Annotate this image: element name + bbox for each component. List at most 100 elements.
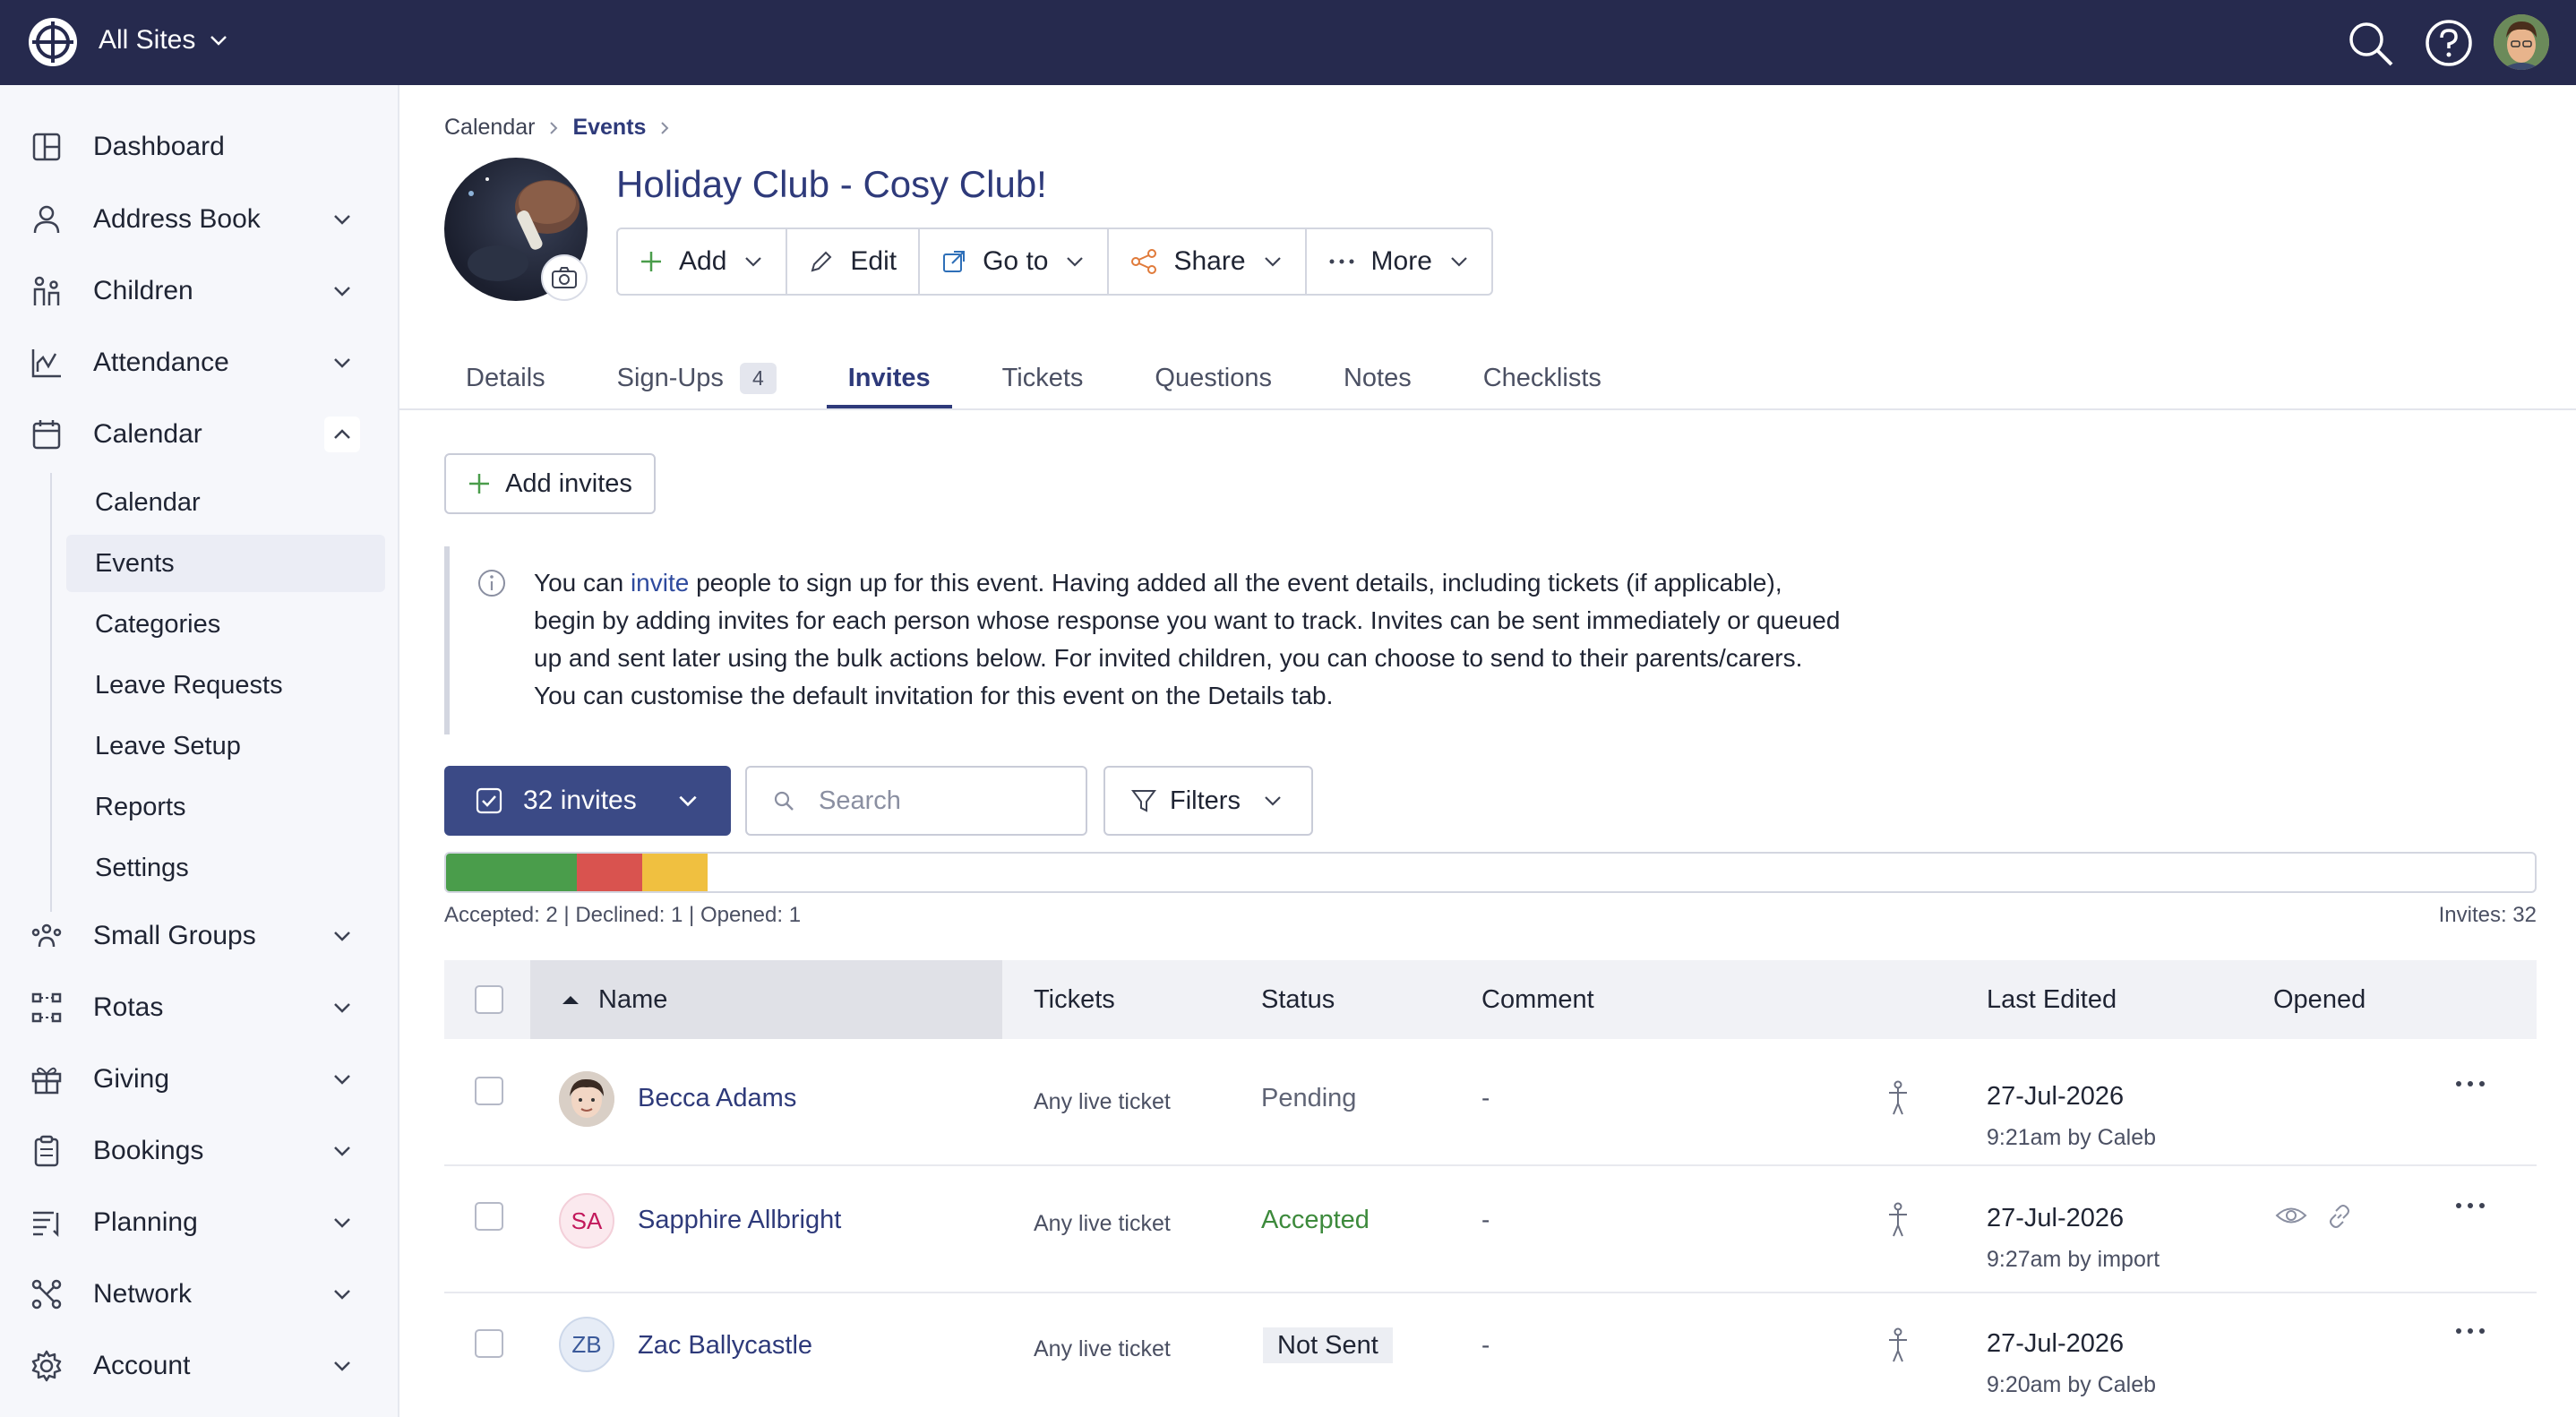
select-all-checkbox[interactable]: [475, 985, 503, 1014]
chevron-down-icon[interactable]: [324, 918, 360, 954]
column-header-status[interactable]: Status: [1261, 960, 1335, 1039]
bulk-select-button[interactable]: 32 invites: [444, 766, 731, 836]
sidebar-item-dashboard[interactable]: Dashboard: [0, 116, 399, 178]
sidebar-item-bookings[interactable]: Bookings: [0, 1120, 399, 1182]
sidebar-item-rotas[interactable]: Rotas: [0, 976, 399, 1039]
camera-icon[interactable]: [541, 254, 588, 301]
site-selector-label: All Sites: [99, 25, 196, 55]
row-actions-ellipsis-icon[interactable]: [2454, 1200, 2486, 1211]
sidebar-item-label: Dashboard: [93, 132, 225, 161]
more-button[interactable]: More: [1307, 229, 1491, 294]
add-invites-button[interactable]: Add invites: [444, 453, 656, 514]
table-row[interactable]: SA Sapphire Allbright Any live ticket Ac…: [444, 1166, 2537, 1293]
sidebar-subitem-categories[interactable]: Categories: [66, 596, 385, 653]
person-standing-icon[interactable]: [1886, 1080, 1910, 1116]
sidebar-item-account[interactable]: Account: [0, 1335, 399, 1397]
tab-sign-ups[interactable]: Sign-Ups 4: [596, 348, 798, 408]
goto-button[interactable]: Go to: [920, 229, 1110, 294]
sidebar-item-label: Rotas: [93, 992, 164, 1022]
invite-link[interactable]: invite: [631, 569, 689, 597]
sidebar-item-small-groups[interactable]: Small Groups: [0, 905, 399, 967]
tab-label: Checklists: [1482, 363, 1601, 392]
chevron-down-icon[interactable]: [324, 202, 360, 237]
rotas-icon: [31, 992, 62, 1023]
sidebar-item-label: Small Groups: [93, 921, 256, 950]
table-row[interactable]: ZB Zac Ballycastle Any live ticket Not S…: [444, 1293, 2537, 1417]
chevron-down-icon[interactable]: [324, 1348, 360, 1384]
last-edited-date: 27-Jul-2026: [1987, 1329, 2125, 1358]
sidebar-subitem-settings[interactable]: Settings: [66, 839, 385, 897]
tab-questions[interactable]: Questions: [1133, 348, 1293, 408]
column-header-name[interactable]: Name: [598, 960, 667, 1039]
share-button[interactable]: Share: [1109, 229, 1307, 294]
tab-notes[interactable]: Notes: [1322, 348, 1433, 408]
edit-button[interactable]: Edit: [787, 229, 921, 294]
sidebar-subitem-leave-setup[interactable]: Leave Setup: [66, 717, 385, 775]
sidebar-item-attendance[interactable]: Attendance: [0, 331, 399, 394]
progress-opened-segment: [641, 854, 708, 891]
app-logo-icon[interactable]: [27, 16, 79, 68]
sidebar-item-calendar[interactable]: Calendar: [0, 403, 399, 466]
chevron-down-icon[interactable]: [324, 1061, 360, 1097]
chevron-down-icon[interactable]: [324, 990, 360, 1026]
chevron-down-icon[interactable]: [324, 1133, 360, 1169]
table-row[interactable]: Becca Adams Any live ticket Pending - 27…: [444, 1039, 2537, 1166]
tab-details[interactable]: Details: [444, 348, 567, 408]
column-header-comment[interactable]: Comment: [1481, 960, 1594, 1039]
row-actions-ellipsis-icon[interactable]: [2454, 1078, 2486, 1089]
sidebar-subitem-leave-requests[interactable]: Leave Requests: [66, 657, 385, 714]
sidebar-item-network[interactable]: Network: [0, 1263, 399, 1326]
sidebar-subitem-reports[interactable]: Reports: [66, 778, 385, 836]
more-button-label: More: [1370, 246, 1432, 276]
tab-invites[interactable]: Invites: [826, 348, 952, 410]
column-header-tickets[interactable]: Tickets: [1034, 960, 1115, 1039]
chevron-down-icon[interactable]: [324, 1276, 360, 1312]
tab-tickets[interactable]: Tickets: [981, 348, 1105, 408]
row-checkbox[interactable]: [475, 1202, 503, 1231]
person-name-link[interactable]: Zac Ballycastle: [638, 1331, 812, 1361]
sidebar-subitem-events[interactable]: Events: [66, 535, 385, 592]
chevron-up-icon[interactable]: [324, 417, 360, 452]
invite-progress-bar: [444, 852, 2537, 893]
breadcrumb-events[interactable]: Events: [572, 115, 646, 141]
row-checkbox[interactable]: [475, 1329, 503, 1358]
action-bar: Add Edit Go to Share More: [616, 228, 1493, 296]
person-standing-icon[interactable]: [1886, 1327, 1910, 1363]
gift-icon: [31, 1067, 62, 1095]
person-name-link[interactable]: Becca Adams: [638, 1084, 796, 1113]
link-icon[interactable]: [2325, 1202, 2354, 1231]
sidebar-item-giving[interactable]: Giving: [0, 1048, 399, 1111]
chevron-down-icon[interactable]: [324, 273, 360, 309]
search-input[interactable]: Search: [745, 766, 1087, 836]
filters-button[interactable]: Filters: [1103, 766, 1313, 836]
person-standing-icon[interactable]: [1886, 1202, 1910, 1238]
ticket-cell: Any live ticket: [1034, 1089, 1171, 1114]
status-badge: Accepted: [1261, 1206, 1370, 1234]
sidebar-item-label: Calendar: [93, 419, 202, 449]
add-button[interactable]: Add: [618, 229, 788, 294]
last-edited-by: 9:20am by Caleb: [1987, 1372, 2157, 1397]
chevron-down-icon[interactable]: [324, 1205, 360, 1241]
row-checkbox[interactable]: [475, 1077, 503, 1105]
sidebar-item-address-book[interactable]: Address Book: [0, 188, 399, 251]
info-panel: You can invite people to sign up for thi…: [444, 546, 1913, 734]
site-selector[interactable]: All Sites: [99, 25, 229, 56]
help-icon[interactable]: [2424, 18, 2474, 68]
chevron-down-icon[interactable]: [324, 345, 360, 381]
breadcrumb-calendar[interactable]: Calendar: [444, 115, 535, 141]
user-avatar[interactable]: [2494, 14, 2549, 70]
sidebar-item-planning[interactable]: Planning: [0, 1191, 399, 1254]
search-icon[interactable]: [2345, 18, 2395, 68]
sidebar-subitem-calendar[interactable]: Calendar: [66, 474, 385, 531]
sidebar-item-children[interactable]: Children: [0, 260, 399, 322]
row-actions-ellipsis-icon[interactable]: [2454, 1326, 2486, 1336]
column-header-opened[interactable]: Opened: [2273, 960, 2366, 1039]
column-header-last-edited[interactable]: Last Edited: [1987, 960, 2117, 1039]
eye-icon[interactable]: [2275, 1202, 2307, 1229]
tab-checklists[interactable]: Checklists: [1462, 348, 1623, 408]
person-name-link[interactable]: Sapphire Allbright: [638, 1206, 841, 1235]
sidebar-item-label: Children: [93, 276, 193, 305]
calendar-icon: [32, 420, 61, 450]
tab-label: Questions: [1155, 363, 1272, 392]
sidebar-item-label: Giving: [93, 1064, 170, 1094]
